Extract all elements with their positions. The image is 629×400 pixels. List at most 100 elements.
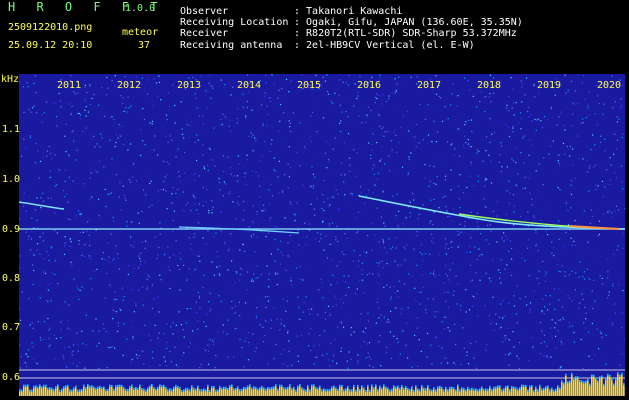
noise-speck xyxy=(104,258,106,260)
noise-speck xyxy=(288,256,290,258)
noise-speck xyxy=(186,279,188,281)
noise-speck xyxy=(447,216,449,218)
noise-speck xyxy=(336,225,338,228)
noise-speck xyxy=(469,251,472,253)
noise-speck xyxy=(604,186,606,188)
noise-speck xyxy=(157,254,159,256)
noise-speck xyxy=(449,269,451,271)
noise-speck xyxy=(331,222,333,224)
noise-speck xyxy=(544,280,547,282)
noise-speck xyxy=(325,318,327,320)
activity-bar-top xyxy=(37,386,39,389)
noise-speck xyxy=(184,152,186,154)
noise-speck xyxy=(418,291,420,293)
noise-speck xyxy=(546,204,548,206)
activity-bar xyxy=(149,387,151,396)
meteor-label: meteor xyxy=(122,27,159,38)
activity-bar-top xyxy=(141,387,143,390)
activity-bar xyxy=(377,391,379,396)
noise-speck xyxy=(242,106,244,108)
noise-speck xyxy=(31,140,33,142)
noise-speck xyxy=(318,344,320,346)
noise-speck xyxy=(575,244,577,246)
activity-bar xyxy=(91,387,93,396)
noise-speck xyxy=(499,277,501,279)
noise-speck xyxy=(582,298,584,300)
noise-speck xyxy=(199,260,201,262)
noise-speck xyxy=(211,209,213,211)
noise-speck xyxy=(535,243,537,245)
noise-speck xyxy=(321,238,323,240)
noise-speck xyxy=(139,257,141,260)
noise-speck xyxy=(591,359,593,361)
activity-bar xyxy=(437,388,439,396)
noise-speck xyxy=(479,101,481,103)
noise-speck xyxy=(198,255,200,257)
noise-speck xyxy=(425,253,427,255)
activity-bar-top xyxy=(139,384,141,387)
noise-speck xyxy=(489,117,491,120)
activity-bar-top xyxy=(571,372,573,375)
noise-speck xyxy=(178,180,181,182)
noise-speck xyxy=(569,145,571,147)
noise-speck xyxy=(91,203,93,205)
noise-speck xyxy=(245,302,247,304)
activity-bar-top xyxy=(439,385,441,388)
noise-speck xyxy=(588,91,590,93)
noise-speck xyxy=(194,179,196,181)
noise-speck xyxy=(236,351,238,354)
noise-speck xyxy=(558,319,560,321)
noise-speck xyxy=(109,193,111,195)
noise-speck xyxy=(239,267,242,269)
activity-bar xyxy=(621,374,623,396)
activity-bar-top xyxy=(505,386,507,388)
activity-bar xyxy=(313,386,315,396)
noise-speck xyxy=(305,119,307,122)
noise-speck xyxy=(562,317,564,319)
noise-speck xyxy=(466,324,468,326)
activity-bar xyxy=(585,382,587,396)
noise-speck xyxy=(269,112,271,114)
noise-speck xyxy=(121,125,123,127)
noise-speck xyxy=(337,240,339,243)
noise-speck xyxy=(551,241,553,243)
noise-speck xyxy=(366,188,368,190)
activity-bar xyxy=(265,390,267,396)
activity-bar-top xyxy=(407,388,409,390)
noise-speck xyxy=(394,292,396,294)
noise-speck xyxy=(40,284,42,287)
noise-speck xyxy=(53,334,56,336)
noise-speck xyxy=(332,274,334,276)
noise-speck xyxy=(178,175,181,177)
noise-speck xyxy=(141,241,143,243)
noise-speck xyxy=(443,157,445,159)
noise-speck xyxy=(64,135,66,137)
noise-speck xyxy=(409,216,411,218)
noise-speck xyxy=(31,217,33,219)
activity-bar xyxy=(317,389,319,396)
noise-speck xyxy=(381,290,383,292)
noise-speck xyxy=(433,270,435,272)
noise-speck xyxy=(299,122,301,124)
noise-speck xyxy=(118,196,120,198)
noise-speck xyxy=(580,122,583,124)
noise-speck xyxy=(144,247,146,249)
noise-speck xyxy=(33,112,35,114)
noise-speck xyxy=(157,190,159,192)
noise-speck xyxy=(454,148,456,150)
activity-bar xyxy=(393,387,395,396)
noise-speck xyxy=(382,238,384,241)
noise-speck xyxy=(382,94,384,96)
noise-speck xyxy=(581,82,583,84)
noise-speck xyxy=(58,92,60,95)
noise-speck xyxy=(585,312,587,314)
noise-speck xyxy=(141,83,143,85)
activity-bar xyxy=(335,389,337,396)
noise-speck xyxy=(237,195,240,198)
x-tick-label: 2018 xyxy=(477,80,502,91)
noise-speck xyxy=(207,350,209,352)
noise-speck xyxy=(605,91,608,93)
noise-speck xyxy=(590,209,592,211)
noise-speck xyxy=(432,242,434,244)
noise-speck xyxy=(259,185,261,187)
